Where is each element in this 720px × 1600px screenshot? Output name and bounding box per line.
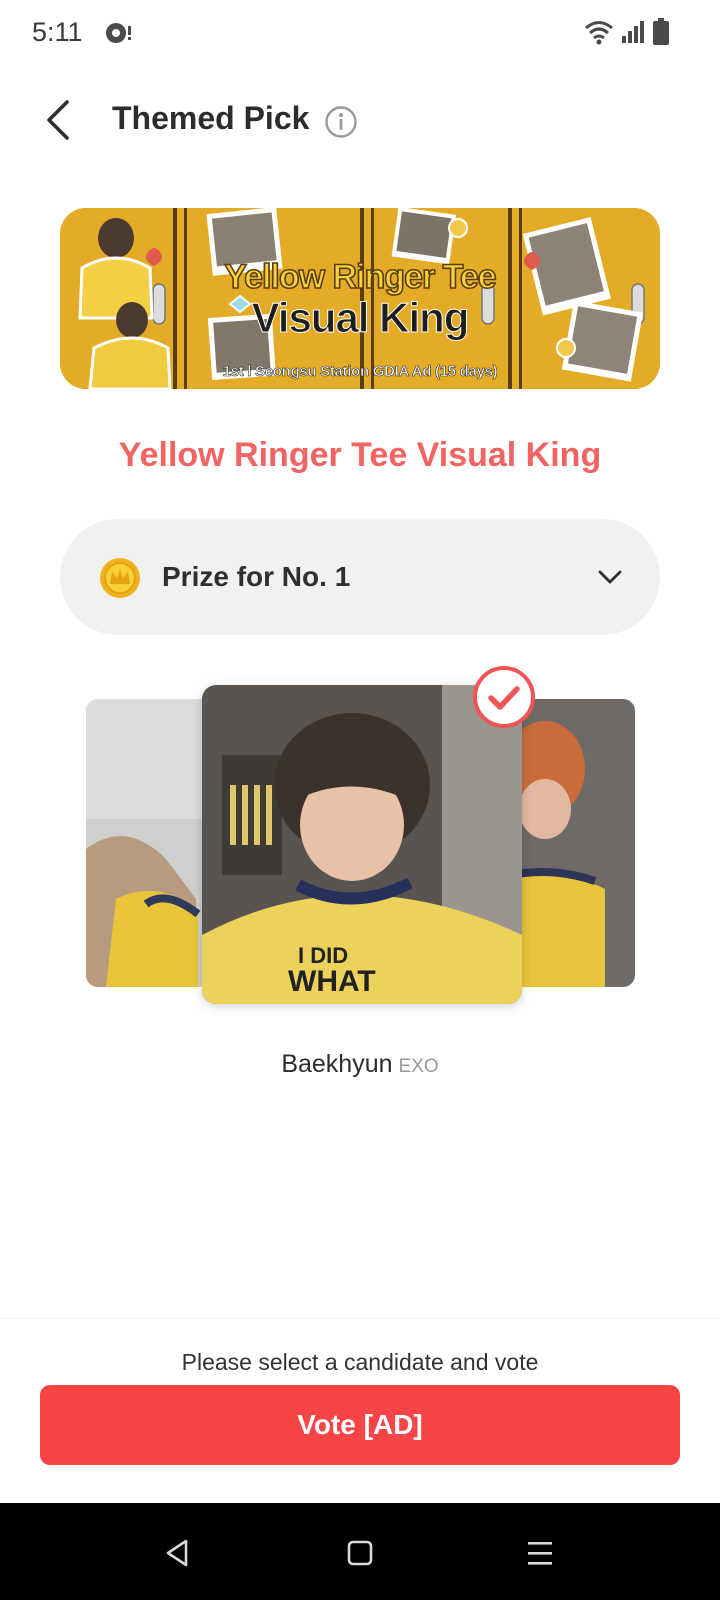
status-bar: 5:11 <box>0 0 720 66</box>
chevron-left-icon <box>47 100 69 140</box>
system-nav-bar <box>0 1503 720 1600</box>
event-banner[interactable]: Yellow Ringer Tee Visual King 1st l Seon… <box>60 208 660 389</box>
coin-icon <box>100 558 140 598</box>
nav-home-icon[interactable] <box>342 1535 378 1571</box>
candidate-group: EXO <box>398 1056 439 1077</box>
vote-button-label: Vote [AD] <box>297 1409 423 1440</box>
header: Themed Pick <box>0 86 720 156</box>
prize-dropdown[interactable]: Prize for No. 1 <box>60 519 660 635</box>
banner-title-line2: Visual King <box>251 294 470 342</box>
info-icon[interactable] <box>324 105 358 139</box>
nav-menu-icon[interactable] <box>522 1535 558 1571</box>
candidate-photo: I DID WHAT <box>202 685 522 1004</box>
vote-button[interactable]: Vote [AD] <box>40 1385 680 1465</box>
chevron-down-icon <box>598 570 622 584</box>
nav-back-icon[interactable] <box>160 1535 196 1571</box>
signal-icon <box>622 21 644 43</box>
candidate-card-selected[interactable]: I DID WHAT <box>202 685 522 1004</box>
banner-title-line1: Yellow Ringer Tee <box>223 257 497 297</box>
battery-icon <box>653 18 669 45</box>
pick-title: Yellow Ringer Tee Visual King <box>118 436 602 474</box>
vote-footer: Please select a candidate and vote Vote … <box>0 1318 720 1503</box>
back-button[interactable] <box>36 96 80 144</box>
vote-hint: Please select a candidate and vote <box>181 1349 539 1375</box>
wifi-icon <box>585 21 613 45</box>
prize-label: Prize for No. 1 <box>162 561 351 592</box>
svg-text:WHAT: WHAT <box>288 965 376 998</box>
candidate-info: Baekhyun EXO <box>0 1050 720 1079</box>
candidate-name: Baekhyun <box>281 1050 393 1078</box>
banner-subtitle: 1st l Seongsu Station GDIA Ad (15 days) <box>222 363 498 381</box>
status-time: 5:11 <box>32 17 83 47</box>
notification-icon <box>106 23 131 43</box>
selected-check-icon <box>473 666 535 728</box>
page-title: Themed Pick <box>112 100 310 136</box>
